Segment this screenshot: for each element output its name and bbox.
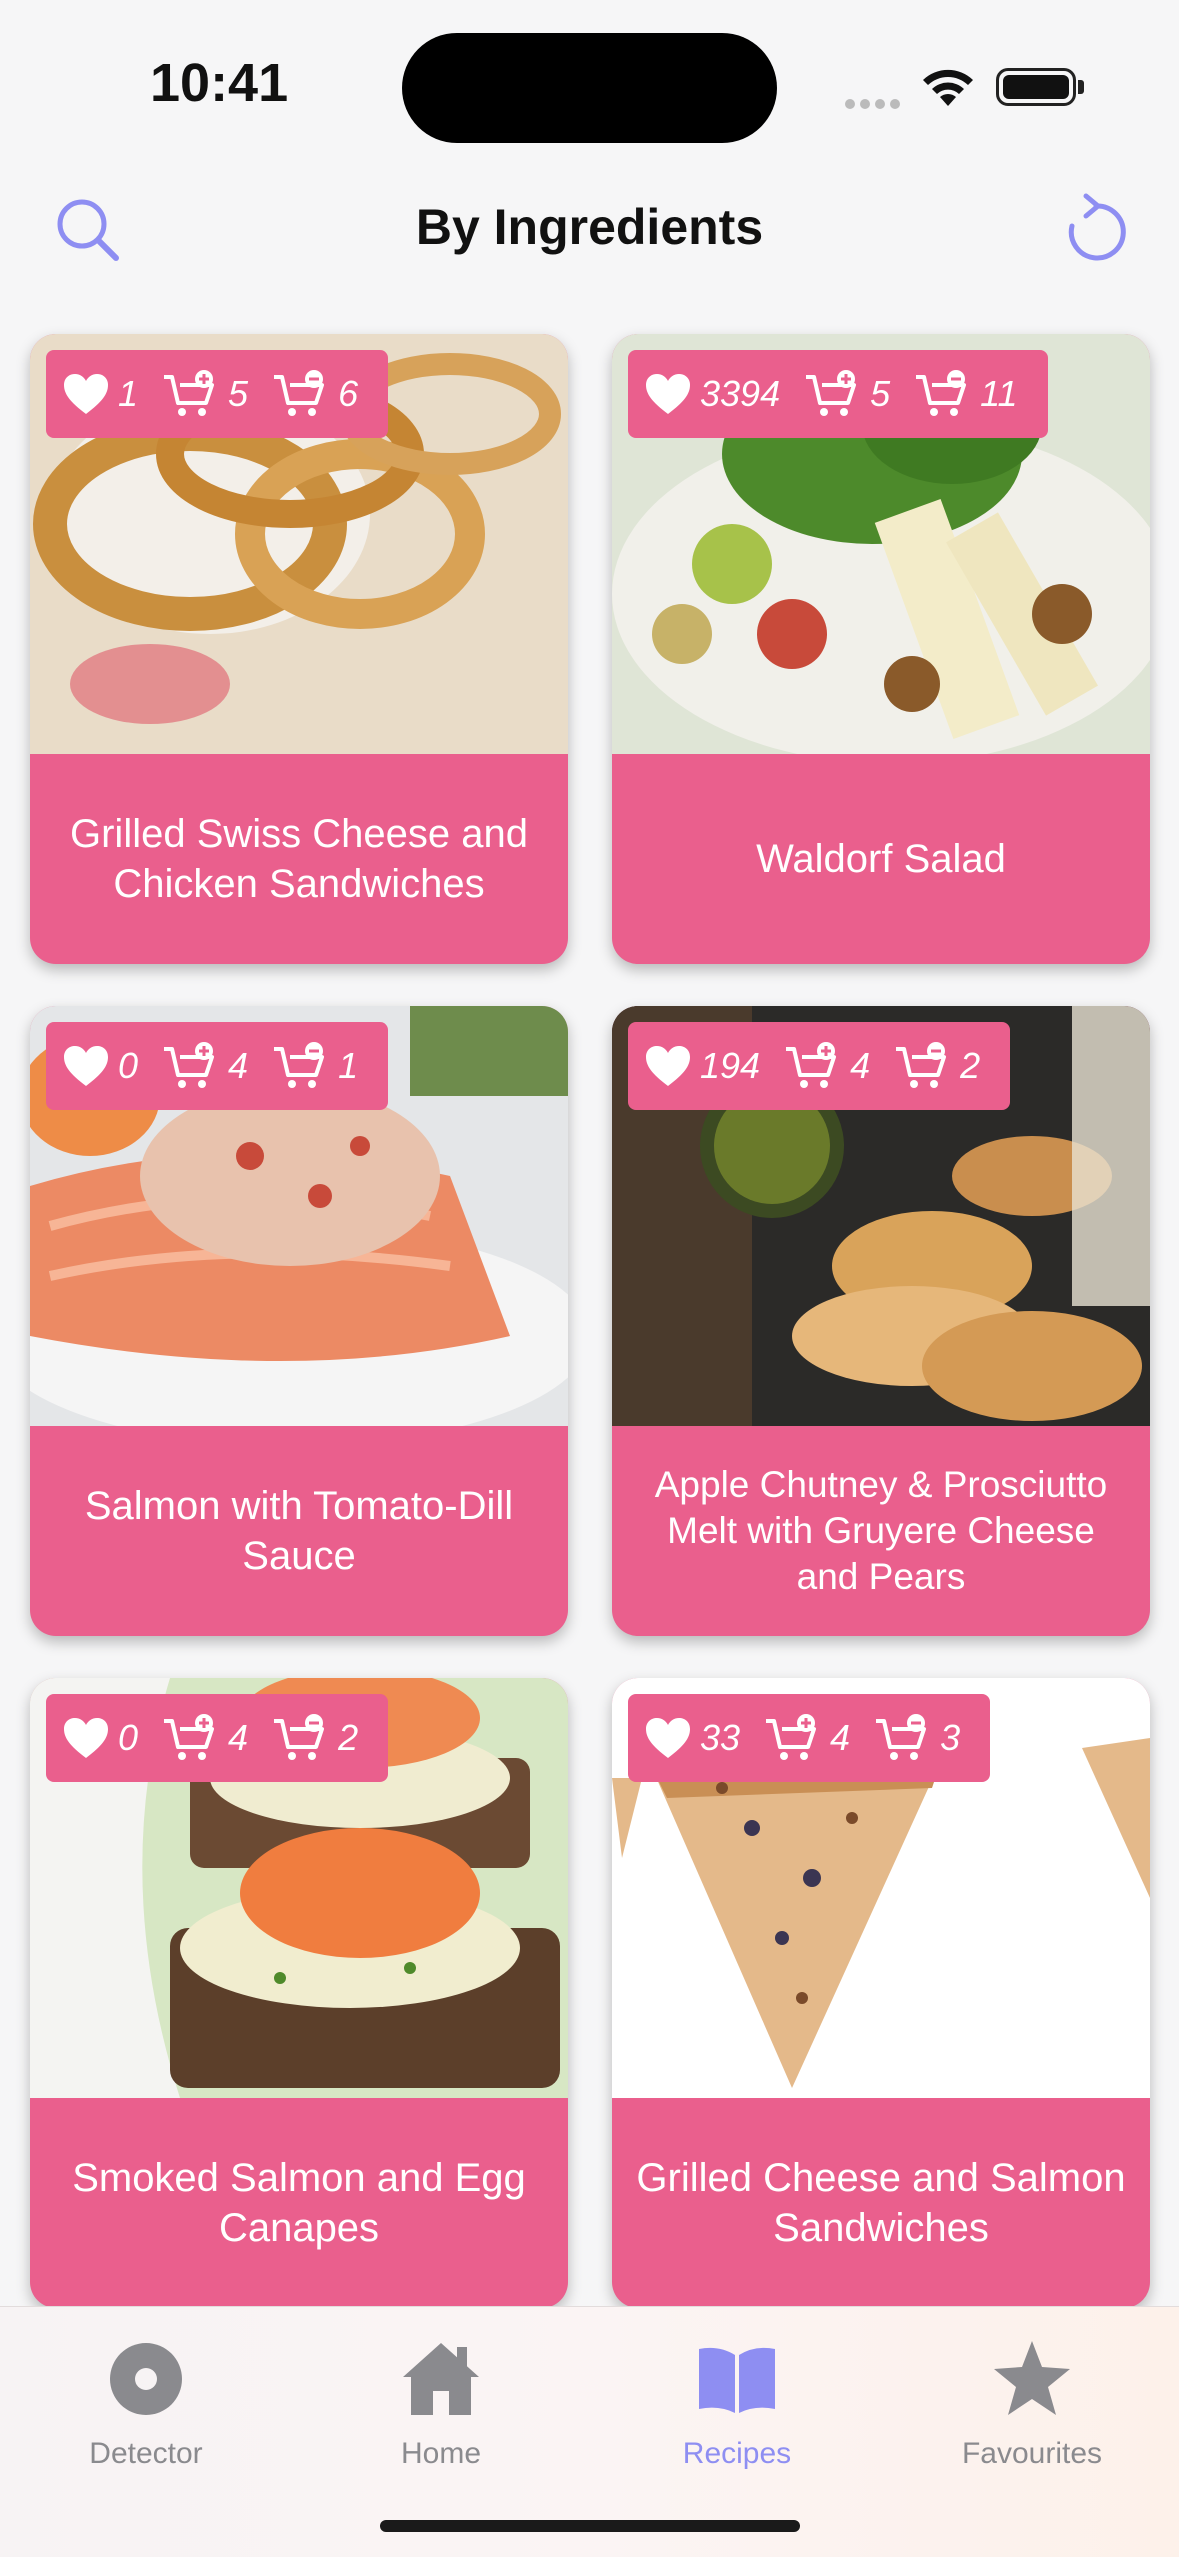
cart-add-count: 4	[228, 1045, 249, 1086]
cart-remove-stat: 6	[272, 369, 358, 419]
status-time: 10:41	[150, 53, 289, 113]
heart-icon	[646, 374, 690, 414]
cart-remove-stat: 11	[914, 369, 1018, 419]
refresh-icon	[1068, 193, 1126, 261]
likes-stat: 3394	[644, 372, 780, 416]
refresh-button[interactable]	[1056, 190, 1136, 270]
likes-count: 3394	[700, 373, 781, 414]
recipe-title: Salmon with Tomato-Dill Sauce	[84, 1484, 514, 1578]
heart-icon	[646, 1718, 690, 1758]
cart-remove-stat: 2	[272, 1713, 358, 1763]
detector-icon	[110, 2343, 182, 2415]
tab-label: Home	[400, 2437, 482, 2470]
likes-count: 194	[700, 1045, 761, 1086]
cart-remove-stat: 3	[874, 1713, 960, 1763]
recipe-stats: 194 4 2	[628, 1022, 1011, 1110]
cart-add-icon	[786, 1042, 837, 1088]
cart-add-icon	[164, 1714, 215, 1760]
heart-icon	[64, 374, 108, 414]
recipe-card[interactable]: 33 4 3 Grilled Cheese and Salmon Sandwic…	[612, 1678, 1150, 2308]
likes-stat: 1	[62, 372, 138, 416]
tab-label: Recipes	[682, 2437, 792, 2470]
cart-add-stat: 4	[162, 1713, 248, 1763]
recipe-title: Waldorf Salad	[756, 837, 1006, 881]
cart-add-count: 4	[228, 1717, 249, 1758]
tab-label: Favourites	[961, 2437, 1103, 2470]
cart-remove-icon	[274, 1042, 325, 1088]
cart-add-count: 5	[870, 373, 891, 414]
recipe-stats: 0 4 1	[46, 1022, 389, 1110]
cart-remove-icon	[916, 370, 967, 416]
recipe-card[interactable]: 3394 5 11 Waldorf Salad	[612, 334, 1150, 964]
cart-add-stat: 5	[162, 369, 248, 419]
status-bar: 10:41	[0, 0, 1179, 170]
book-icon	[699, 2347, 775, 2413]
cart-remove-count: 2	[960, 1045, 981, 1086]
cart-remove-icon	[876, 1714, 927, 1760]
cart-remove-icon	[896, 1042, 947, 1088]
likes-count: 33	[700, 1717, 741, 1758]
tab-label: Detector	[89, 2437, 203, 2470]
likes-count: 1	[118, 373, 139, 414]
home-indicator[interactable]	[380, 2520, 800, 2532]
page-title: By Ingredients	[415, 199, 764, 255]
likes-count: 0	[118, 1045, 139, 1086]
recipe-stats: 3394 5 11	[628, 350, 1048, 438]
navigation-bar: By Ingredients	[0, 170, 1179, 290]
heart-icon	[64, 1046, 108, 1086]
recipe-title: Grilled Cheese and Salmon Sandwiches	[636, 2156, 1126, 2250]
cart-remove-count: 3	[940, 1717, 961, 1758]
cart-add-stat: 4	[784, 1041, 870, 1091]
likes-stat: 0	[62, 1044, 138, 1088]
cart-add-icon	[806, 370, 857, 416]
likes-count: 0	[118, 1717, 139, 1758]
cart-remove-count: 1	[338, 1045, 359, 1086]
cart-remove-icon	[274, 370, 325, 416]
cart-add-stat: 4	[162, 1041, 248, 1091]
cart-add-count: 4	[830, 1717, 851, 1758]
cart-add-count: 4	[850, 1045, 871, 1086]
cart-add-count: 5	[228, 373, 249, 414]
likes-stat: 0	[62, 1716, 138, 1760]
recipe-title: Grilled Swiss Cheese and Chicken Sandwic…	[70, 812, 528, 906]
likes-stat: 33	[644, 1716, 740, 1760]
heart-icon	[646, 1046, 690, 1086]
battery-icon	[996, 68, 1076, 106]
recipe-stats: 1 5 6	[46, 350, 389, 438]
cart-remove-count: 11	[980, 373, 1018, 414]
tab-recipes[interactable]: Recipes	[627, 2325, 847, 2475]
cart-remove-icon	[274, 1714, 325, 1760]
cart-add-icon	[164, 370, 215, 416]
cart-remove-stat: 1	[272, 1041, 358, 1091]
cart-remove-stat: 2	[894, 1041, 980, 1091]
cart-add-stat: 4	[764, 1713, 850, 1763]
tab-favourites[interactable]: Favourites	[922, 2325, 1142, 2475]
star-icon	[994, 2341, 1070, 2415]
likes-stat: 194	[644, 1044, 760, 1088]
recipe-stats: 0 4 2	[46, 1694, 389, 1782]
recipe-title: Apple Chutney & Prosciutto Melt with Gru…	[654, 1464, 1108, 1597]
cart-remove-count: 6	[338, 373, 359, 414]
wifi-icon	[923, 69, 973, 106]
cellular-signal-icon	[845, 96, 905, 114]
recipe-title: Smoked Salmon and Egg Canapes	[72, 2156, 526, 2250]
recipe-card[interactable]: 1 5 6 Grilled Swiss Cheese and Chicken S…	[30, 334, 568, 964]
recipe-card[interactable]: 0 4 1 Salmon with Tomato-Dill Sauce	[30, 1006, 568, 1636]
cart-add-stat: 5	[804, 369, 890, 419]
tab-home[interactable]: Home	[331, 2325, 551, 2475]
cart-remove-count: 2	[338, 1717, 359, 1758]
recipe-card[interactable]: 0 4 2 Smoked Salmon and Egg Canapes	[30, 1678, 568, 2308]
home-icon	[403, 2343, 479, 2415]
recipe-stats: 33 4 3	[628, 1694, 991, 1782]
cart-add-icon	[164, 1042, 215, 1088]
recipe-card[interactable]: 194 4 2 Apple Chutney & Prosciutto Melt …	[612, 1006, 1150, 1636]
cart-add-icon	[766, 1714, 817, 1760]
dynamic-island	[402, 33, 777, 143]
tab-detector[interactable]: Detector	[36, 2325, 256, 2475]
heart-icon	[64, 1718, 108, 1758]
